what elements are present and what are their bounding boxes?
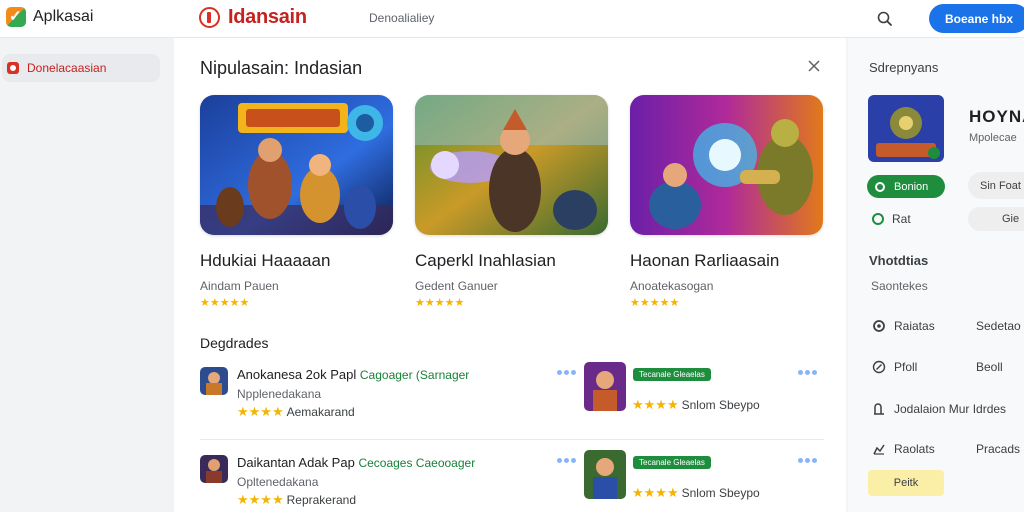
star-rating: ★★★★ — [632, 485, 679, 500]
list-item-subtitle: Opltenedakana — [237, 475, 319, 489]
app-thumbnail — [584, 450, 626, 499]
sidebar-item-label: Donelacaasian — [27, 61, 107, 75]
close-icon — [808, 60, 820, 72]
featured-subtitle: Gedent Ganuer — [415, 279, 498, 293]
primary-cta-button[interactable]: Boeane hbx — [929, 4, 1024, 33]
section-title: Degdrades — [200, 335, 269, 351]
right-panel-item-value: Sedetao — [976, 319, 1021, 333]
favorite-toggle[interactable]: Rat — [872, 212, 911, 226]
star-rating: ★★★★★ — [415, 297, 465, 309]
app-name: HOYNA — [969, 107, 1024, 126]
right-panel-item-value: Pracads — [976, 442, 1021, 456]
right-panel-item-value: Beoll — [976, 360, 1003, 374]
site-logo-icon — [199, 7, 220, 28]
right-panel: Sdrepnyans HOYNA Mpolecae Bonion Sin Foa… — [848, 38, 1024, 512]
right-panel-item[interactable]: Raiatas — [872, 319, 935, 333]
featured-card[interactable]: Haonan Rarliaasain Anoatekasogan ★★★★★ — [630, 95, 824, 309]
record-icon — [7, 62, 19, 74]
list-item-tag: Cagoager (Sarnager — [359, 368, 470, 382]
app-brand-name: Aplkasai — [33, 8, 94, 25]
list-item[interactable]: Anokanesa 2ok Papl Cagoager (Sarnager Np… — [200, 362, 824, 427]
app-thumbnail — [200, 367, 228, 395]
more-options-icon[interactable] — [798, 458, 818, 464]
game-artwork-image — [415, 95, 608, 235]
search-button[interactable] — [874, 8, 896, 30]
game-artwork-image — [200, 95, 393, 235]
list-item-subtitle: Npplenedakana — [237, 387, 322, 401]
list-item-rating-secondary: ★★★★ Snlom Sbeypo — [632, 397, 760, 412]
search-icon — [877, 11, 892, 26]
sidebar-item-active[interactable]: Donelacaasian — [2, 54, 160, 82]
install-button[interactable]: Bonion — [867, 175, 945, 198]
star-rating: ★★★★ — [237, 492, 284, 507]
edit-icon — [872, 360, 886, 374]
right-panel-item[interactable]: Jodalaion Mur Idrdes — [872, 402, 1006, 416]
main-panel: Nipulasain: Indasian Hdukiai Haaaaan Ain… — [174, 38, 846, 512]
star-rating: ★★★★★ — [630, 297, 680, 309]
folder-icon — [874, 403, 884, 415]
install-icon — [875, 181, 885, 192]
app-thumbnail — [200, 455, 228, 483]
top-bar: Aplkasai Idansain Denoalialiey Boeane hb… — [0, 0, 1024, 38]
status-badge: Tecanale Gleaelas — [633, 368, 711, 381]
featured-card[interactable]: Hdukiai Haaaaan Aindam Pauen ★★★★★ — [200, 95, 394, 309]
app-thumbnail — [868, 95, 944, 162]
app-thumbnail — [584, 362, 626, 411]
star-rating: ★★★★★ — [200, 297, 250, 309]
settings-icon — [873, 320, 885, 332]
star-rating: ★★★★ — [237, 404, 284, 419]
app-subtitle: Mpolecae — [969, 132, 1017, 144]
right-panel-title: Sdrepnyans — [869, 60, 939, 75]
game-artwork-image — [630, 95, 823, 235]
favorite-icon — [872, 213, 884, 225]
secondary-button[interactable]: Sin Foat — [968, 172, 1024, 199]
app-logo-icon — [6, 7, 26, 27]
chart-icon — [873, 444, 885, 455]
featured-subtitle: Aindam Pauen — [200, 279, 279, 293]
status-badge: Tecanale Gleaelas — [633, 456, 711, 469]
more-options-icon[interactable] — [557, 458, 577, 464]
right-panel-section-subtitle: Saontekes — [871, 279, 928, 293]
list-item-rating-secondary: ★★★★ Snlom Sbeypo — [632, 485, 760, 500]
featured-subtitle: Anoatekasogan — [630, 279, 714, 293]
close-button[interactable] — [806, 58, 822, 74]
right-panel-item[interactable]: Pfoll — [872, 360, 917, 374]
list-item[interactable]: Daikantan Adak Pap Cecoages Caeooager Op… — [200, 450, 824, 512]
more-options-icon[interactable] — [557, 370, 577, 376]
highlight-button[interactable]: Peitk — [868, 470, 944, 496]
featured-title: Haonan Rarliaasain — [630, 251, 780, 270]
left-sidebar: Donelacaasian — [0, 38, 174, 512]
app-brand[interactable]: Aplkasai — [6, 7, 93, 27]
tertiary-button[interactable]: Gie — [968, 207, 1024, 231]
page-title: Nipulasain: Indasian — [200, 58, 363, 78]
right-panel-section-title: Vhotdtias — [869, 253, 929, 268]
site-logo[interactable]: Idansain — [199, 6, 307, 29]
divider — [200, 439, 824, 440]
more-options-icon[interactable] — [798, 370, 818, 376]
site-name: Idansain — [228, 6, 307, 28]
right-panel-item[interactable]: Raolats — [872, 442, 935, 456]
featured-card[interactable]: Caperkl Inahlasian Gedent Ganuer ★★★★★ — [415, 95, 609, 309]
featured-title: Caperkl Inahlasian — [415, 251, 556, 270]
list-item-title: Anokanesa 2ok Papl Cagoager (Sarnager — [237, 367, 470, 382]
list-item-rating: ★★★★ Aemakarand — [237, 404, 355, 419]
list-item-title: Daikantan Adak Pap Cecoages Caeooager — [237, 455, 476, 470]
nav-link[interactable]: Denoalialiey — [369, 11, 434, 25]
list-item-tag: Cecoages Caeooager — [358, 456, 476, 470]
featured-title: Hdukiai Haaaaan — [200, 251, 331, 270]
list-item-rating: ★★★★ Reprakerand — [237, 492, 356, 507]
star-rating: ★★★★ — [632, 397, 679, 412]
